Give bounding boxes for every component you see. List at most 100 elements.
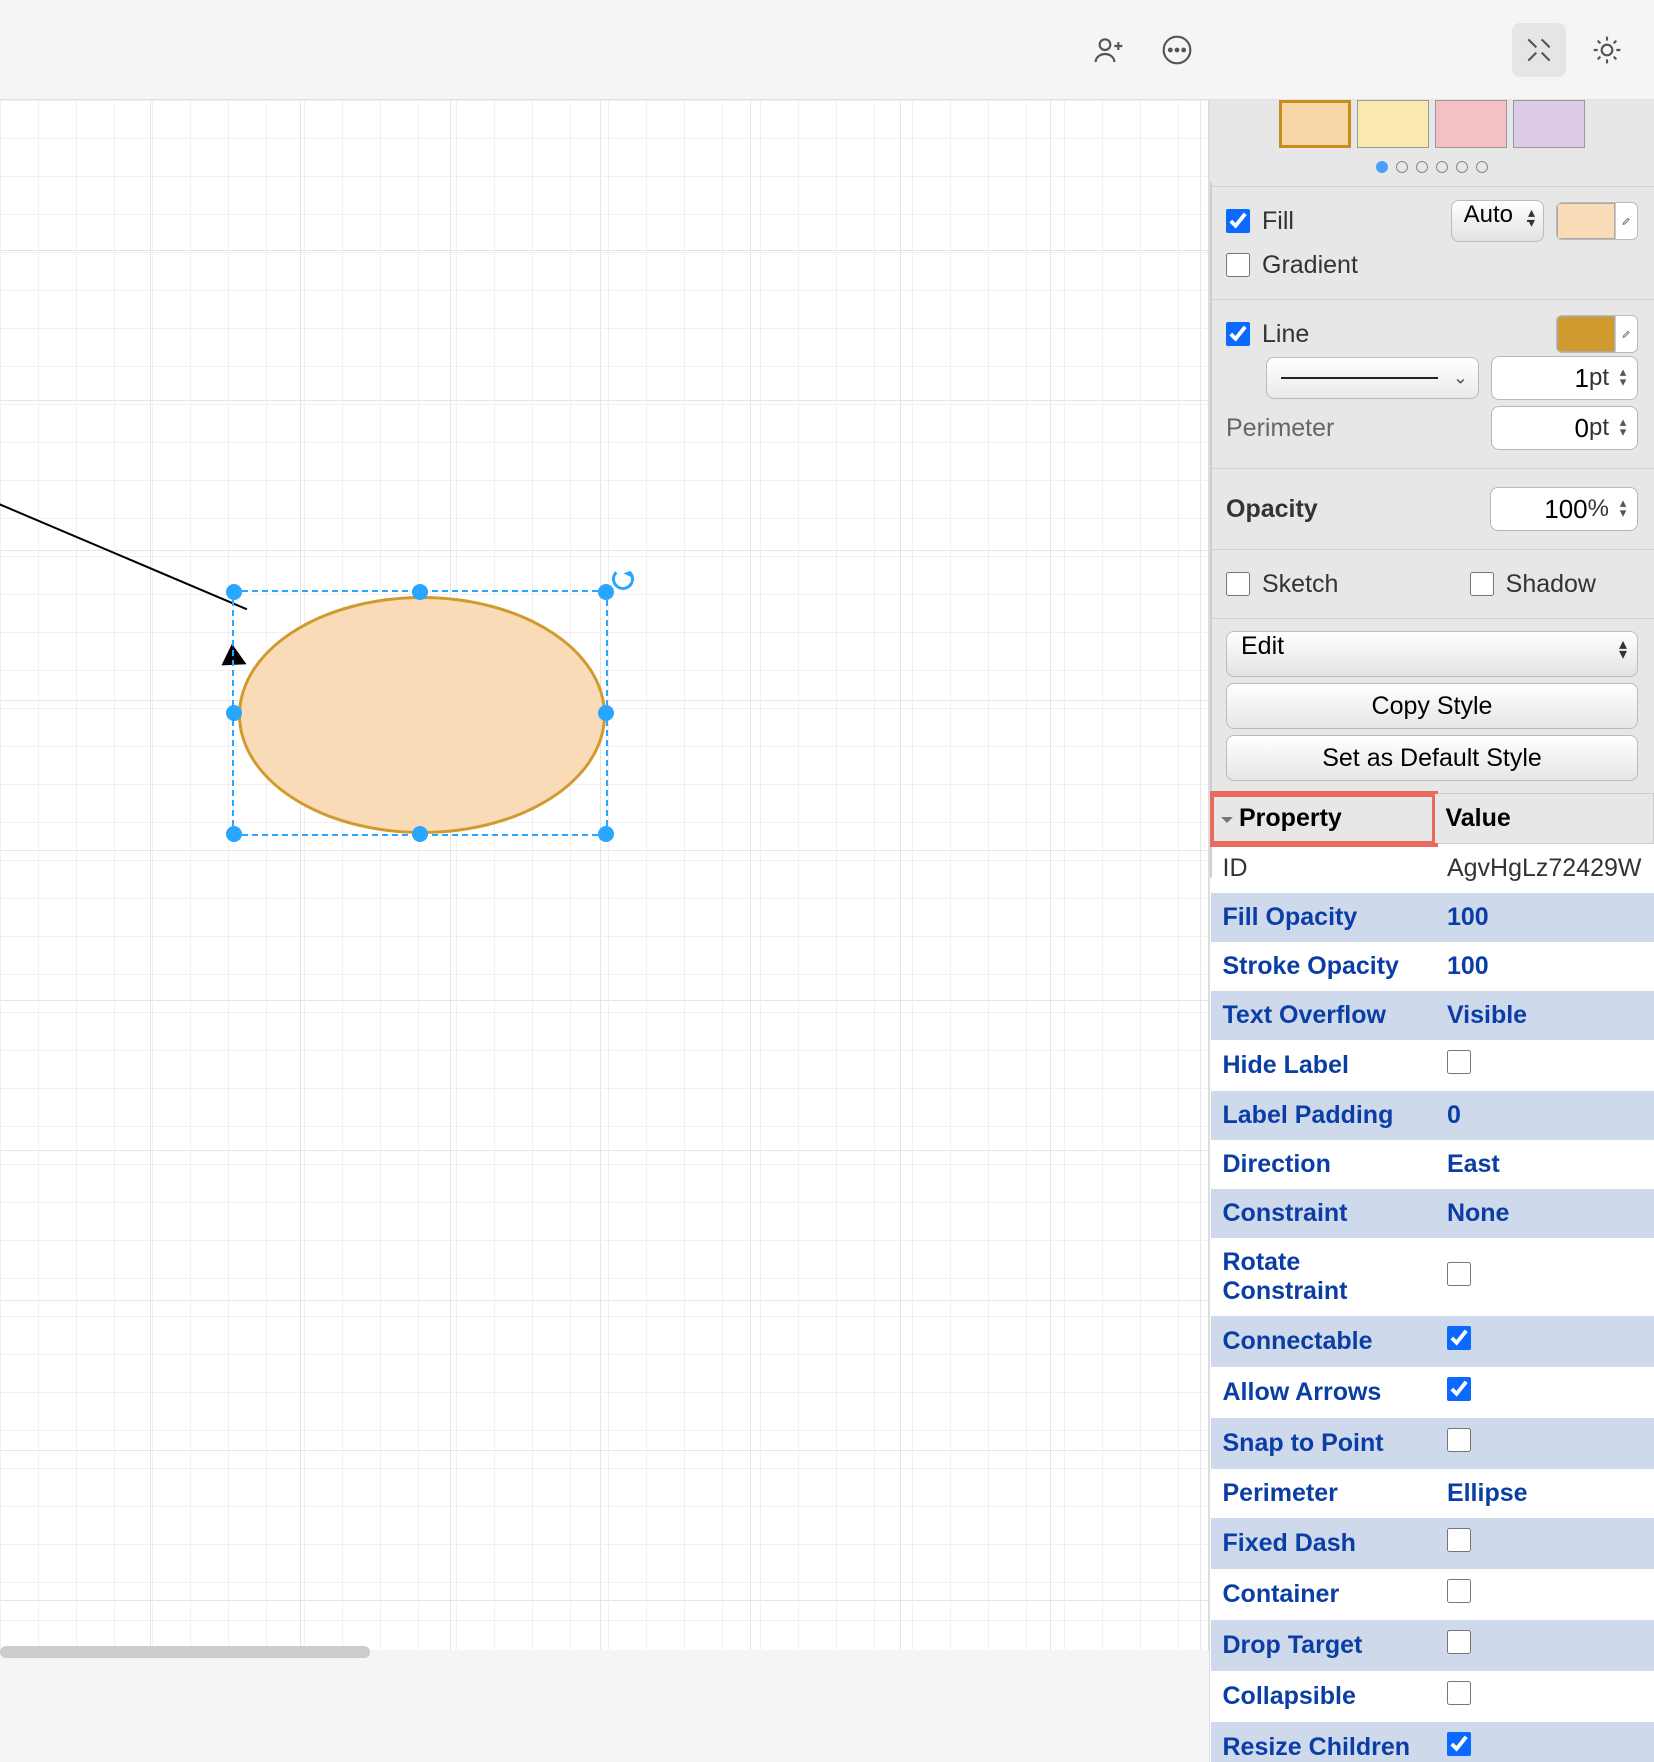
- property-row[interactable]: Text OverflowVisible: [1211, 991, 1654, 1040]
- property-value[interactable]: None: [1435, 1189, 1654, 1238]
- color-swatch[interactable]: [1279, 100, 1351, 148]
- edit-menu[interactable]: Edit▴▾: [1226, 631, 1638, 677]
- fill-mode-select[interactable]: Auto▴▾: [1451, 200, 1544, 242]
- property-row[interactable]: ConstraintNone: [1211, 1189, 1654, 1238]
- resize-handle-nw[interactable]: [226, 584, 242, 600]
- property-checkbox[interactable]: [1447, 1681, 1471, 1705]
- share-button[interactable]: [1082, 23, 1136, 77]
- property-row[interactable]: PerimeterEllipse: [1211, 1469, 1654, 1518]
- resize-handle-w[interactable]: [226, 705, 242, 721]
- color-swatch[interactable]: [1513, 100, 1585, 148]
- property-checkbox[interactable]: [1447, 1630, 1471, 1654]
- property-value[interactable]: 0: [1435, 1091, 1654, 1140]
- tools-icon: [1523, 34, 1555, 66]
- property-value[interactable]: Visible: [1435, 991, 1654, 1040]
- value-header[interactable]: Value: [1435, 794, 1654, 844]
- canvas[interactable]: [0, 100, 1209, 1650]
- sketch-checkbox[interactable]: [1226, 572, 1250, 596]
- property-value[interactable]: AgvHgLz72429W: [1435, 844, 1654, 894]
- perimeter-input[interactable]: [1504, 413, 1589, 444]
- unit-label: pt: [1589, 414, 1609, 442]
- property-row[interactable]: Snap to Point: [1211, 1418, 1654, 1469]
- panel-vscrollbar[interactable]: [1209, 180, 1212, 880]
- perimeter-field[interactable]: pt ▴▾: [1491, 406, 1638, 450]
- fill-color-swatch: [1557, 203, 1615, 239]
- property-row[interactable]: Hide Label: [1211, 1040, 1654, 1091]
- color-swatch[interactable]: [1357, 100, 1429, 148]
- shadow-label: Shadow: [1506, 570, 1596, 599]
- property-value[interactable]: 100: [1435, 942, 1654, 991]
- property-value: [1435, 1040, 1654, 1091]
- ellipse-shape[interactable]: [238, 596, 606, 834]
- color-swatch[interactable]: [1435, 100, 1507, 148]
- pager-dot[interactable]: [1396, 161, 1408, 173]
- fill-color-chip[interactable]: [1556, 202, 1638, 240]
- resize-handle-n[interactable]: [412, 584, 428, 600]
- property-key: Resize Children: [1211, 1722, 1435, 1762]
- copy-style-button[interactable]: Copy Style: [1226, 683, 1638, 729]
- line-color-chip[interactable]: [1556, 315, 1638, 353]
- property-row[interactable]: Drop Target: [1211, 1620, 1654, 1671]
- canvas-hscrollbar[interactable]: [0, 1646, 370, 1658]
- property-checkbox[interactable]: [1447, 1262, 1471, 1286]
- chevron-updown-icon: ▴▾: [1528, 207, 1535, 227]
- stepper-down[interactable]: ▾: [1615, 428, 1631, 438]
- line-style-select[interactable]: ⌄: [1266, 357, 1479, 399]
- rotate-handle[interactable]: [612, 568, 634, 590]
- property-row[interactable]: Resize Children: [1211, 1722, 1654, 1762]
- fill-checkbox[interactable]: [1226, 209, 1250, 233]
- resize-handle-se[interactable]: [598, 826, 614, 842]
- property-row[interactable]: IDAgvHgLz72429W: [1211, 844, 1654, 894]
- opacity-field[interactable]: % ▴▾: [1490, 487, 1638, 531]
- property-row[interactable]: Fixed Dash: [1211, 1518, 1654, 1569]
- property-checkbox[interactable]: [1447, 1528, 1471, 1552]
- property-checkbox[interactable]: [1447, 1428, 1471, 1452]
- property-row[interactable]: Rotate Constraint: [1211, 1238, 1654, 1316]
- property-row[interactable]: DirectionEast: [1211, 1140, 1654, 1189]
- property-value[interactable]: Ellipse: [1435, 1469, 1654, 1518]
- property-header[interactable]: Property: [1211, 794, 1435, 844]
- property-row[interactable]: Connectable: [1211, 1316, 1654, 1367]
- selected-shape[interactable]: [232, 590, 608, 836]
- property-row[interactable]: Allow Arrows: [1211, 1367, 1654, 1418]
- pager-dot[interactable]: [1476, 161, 1488, 173]
- unit-label: %: [1588, 495, 1609, 523]
- property-row[interactable]: Label Padding0: [1211, 1091, 1654, 1140]
- more-button[interactable]: [1150, 23, 1204, 77]
- property-checkbox[interactable]: [1447, 1377, 1471, 1401]
- stepper-down[interactable]: ▾: [1615, 509, 1631, 519]
- shadow-checkbox[interactable]: [1470, 572, 1494, 596]
- property-value[interactable]: East: [1435, 1140, 1654, 1189]
- line-width-input[interactable]: [1504, 363, 1589, 394]
- set-default-style-button[interactable]: Set as Default Style: [1226, 735, 1638, 781]
- property-checkbox[interactable]: [1447, 1050, 1471, 1074]
- property-value[interactable]: 100: [1435, 893, 1654, 942]
- line-checkbox[interactable]: [1226, 322, 1250, 346]
- property-row[interactable]: Container: [1211, 1569, 1654, 1620]
- property-row[interactable]: Fill Opacity100: [1211, 893, 1654, 942]
- pencil-icon: [1615, 316, 1637, 352]
- resize-handle-sw[interactable]: [226, 826, 242, 842]
- resize-handle-ne[interactable]: [598, 584, 614, 600]
- stepper-down[interactable]: ▾: [1615, 378, 1631, 388]
- pager-dot[interactable]: [1376, 161, 1388, 173]
- theme-button[interactable]: [1580, 23, 1634, 77]
- property-row[interactable]: Stroke Opacity100: [1211, 942, 1654, 991]
- palette-pager[interactable]: [1210, 160, 1654, 186]
- gradient-checkbox[interactable]: [1226, 253, 1250, 277]
- more-icon: [1161, 34, 1193, 66]
- pager-dot[interactable]: [1416, 161, 1428, 173]
- property-row[interactable]: Collapsible: [1211, 1671, 1654, 1722]
- resize-handle-s[interactable]: [412, 826, 428, 842]
- line-width-field[interactable]: pt ▴▾: [1491, 356, 1638, 400]
- property-checkbox[interactable]: [1447, 1732, 1471, 1756]
- pager-dot[interactable]: [1456, 161, 1468, 173]
- opacity-input[interactable]: [1503, 494, 1588, 525]
- property-checkbox[interactable]: [1447, 1326, 1471, 1350]
- resize-handle-e[interactable]: [598, 705, 614, 721]
- property-value: [1435, 1518, 1654, 1569]
- connector-arrow[interactable]: [0, 495, 247, 610]
- tools-button[interactable]: [1512, 23, 1566, 77]
- property-checkbox[interactable]: [1447, 1579, 1471, 1603]
- pager-dot[interactable]: [1436, 161, 1448, 173]
